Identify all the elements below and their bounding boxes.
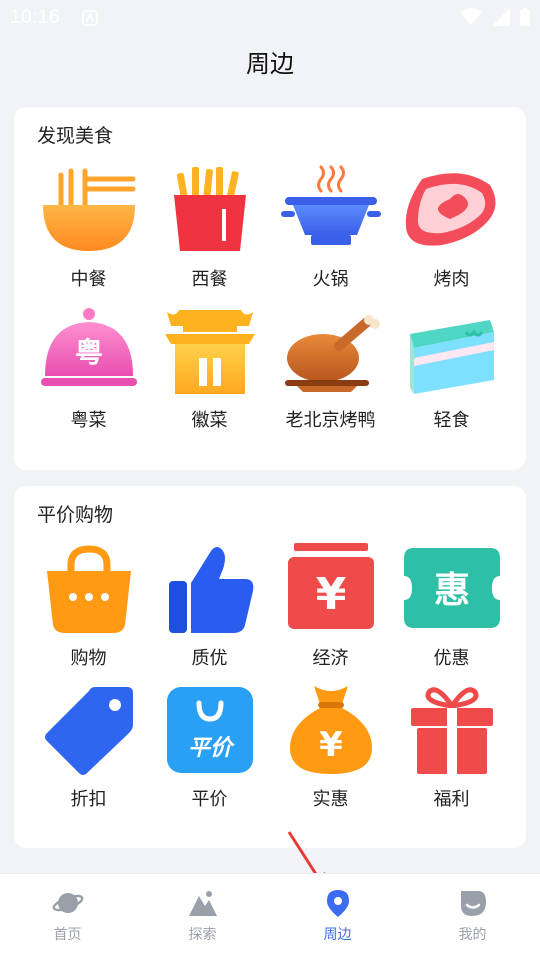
category-zhiyou[interactable]: 质优 bbox=[149, 544, 270, 685]
cloche-glyph: 粤 bbox=[74, 336, 102, 369]
planet-icon bbox=[52, 893, 83, 913]
category-label: 折扣 bbox=[70, 789, 107, 810]
fair-price-glyph: 平价 bbox=[187, 736, 234, 761]
category-xican[interactable]: 西餐 bbox=[149, 165, 270, 306]
category-label: 轻食 bbox=[433, 410, 470, 431]
category-huicai[interactable]: 徽菜 bbox=[149, 306, 270, 447]
hotpot-icon bbox=[280, 165, 381, 255]
category-label: 粤菜 bbox=[70, 410, 107, 431]
category-zhongcan[interactable]: 中餐 bbox=[28, 165, 149, 306]
category-fuli[interactable]: 福利 bbox=[391, 685, 512, 826]
category-youhui[interactable]: 惠 优惠 bbox=[391, 544, 512, 685]
tab-label: 我的 bbox=[458, 927, 487, 943]
tab-explore[interactable]: 探索 bbox=[135, 874, 270, 960]
profile-icon bbox=[460, 891, 486, 916]
page-title: 周边 bbox=[246, 50, 294, 78]
category-roast-duck[interactable]: 老北京烤鸭 bbox=[270, 306, 391, 447]
thumbs-up-icon bbox=[160, 544, 260, 634]
yuan-glyph: ¥ bbox=[315, 569, 346, 620]
status-icons bbox=[460, 8, 530, 26]
tab-label: 周边 bbox=[323, 927, 352, 943]
status-bar: 10:16 bbox=[0, 0, 540, 36]
tab-home[interactable]: 首页 bbox=[0, 874, 135, 960]
shop-section-card: 平价购物 购物 质优 ¥ 经济 惠 优惠 折扣 平价 平价 ¥ 实惠 福利 bbox=[14, 486, 526, 848]
category-label: 实惠 bbox=[312, 789, 349, 810]
food-section-card: 发现美食 中餐 西餐 火锅 烤肉 粤 粤菜 徽菜 老北京烤鸭 轻食 bbox=[14, 107, 526, 470]
pavilion-icon bbox=[160, 306, 260, 396]
category-label: 经济 bbox=[312, 648, 349, 669]
category-label: 质优 bbox=[191, 648, 228, 669]
category-qingshi[interactable]: 轻食 bbox=[391, 306, 512, 447]
category-huoguo[interactable]: 火锅 bbox=[270, 165, 391, 306]
category-label: 购物 bbox=[70, 648, 107, 669]
fair-price-bag-icon: 平价 bbox=[160, 685, 260, 775]
tab-profile[interactable]: 我的 bbox=[405, 874, 540, 960]
money-bag-icon: ¥ bbox=[281, 685, 381, 775]
signal-icon bbox=[492, 8, 510, 26]
category-kaorou[interactable]: 烤肉 bbox=[391, 165, 512, 306]
category-label: 徽菜 bbox=[191, 410, 228, 431]
shop-section-title: 平价购物 bbox=[37, 504, 114, 526]
money-bag-glyph: ¥ bbox=[319, 725, 343, 765]
category-label: 烤肉 bbox=[433, 269, 470, 290]
category-label: 平价 bbox=[191, 789, 228, 810]
category-label: 老北京烤鸭 bbox=[285, 410, 376, 431]
category-jingji[interactable]: ¥ 经济 bbox=[270, 543, 391, 685]
noodle-bowl-icon bbox=[39, 165, 139, 255]
category-label: 中餐 bbox=[70, 269, 107, 290]
battery-icon bbox=[520, 8, 530, 26]
tab-label: 首页 bbox=[53, 927, 82, 943]
wifi-icon bbox=[460, 8, 482, 25]
location-pin-icon bbox=[326, 890, 349, 917]
tab-label: 探索 bbox=[188, 927, 217, 943]
category-shihui[interactable]: ¥ 实惠 bbox=[270, 685, 391, 826]
tab-nearby[interactable]: 周边 bbox=[270, 874, 405, 960]
status-time: 10:16 bbox=[10, 7, 61, 28]
steak-icon bbox=[402, 165, 502, 255]
french-fries-icon bbox=[160, 165, 260, 255]
category-gouwu[interactable]: 购物 bbox=[28, 544, 149, 685]
category-label: 火锅 bbox=[312, 269, 349, 290]
category-zhekou[interactable]: 折扣 bbox=[28, 685, 149, 826]
food-section-title: 发现美食 bbox=[37, 125, 114, 147]
yuan-box-icon: ¥ bbox=[281, 543, 381, 634]
category-yuecai[interactable]: 粤 粤菜 bbox=[28, 306, 149, 447]
price-tag-icon bbox=[39, 685, 139, 775]
gift-box-icon bbox=[402, 685, 502, 775]
category-label: 西餐 bbox=[191, 269, 228, 290]
shopping-bag-icon bbox=[39, 544, 139, 634]
roast-duck-icon bbox=[281, 306, 381, 396]
mountain-icon bbox=[188, 891, 217, 916]
category-pingjia[interactable]: 平价 平价 bbox=[149, 685, 270, 826]
coupon-icon: 惠 bbox=[402, 544, 502, 634]
category-label: 福利 bbox=[433, 789, 470, 810]
cloche-icon: 粤 bbox=[39, 306, 139, 396]
bottom-tab-bar: 首页 探索 周边 我的 bbox=[0, 873, 540, 960]
category-label: 优惠 bbox=[433, 648, 470, 669]
shop-grid: 购物 质优 ¥ 经济 惠 优惠 折扣 平价 平价 ¥ 实惠 福利 bbox=[28, 543, 512, 826]
notification-icon bbox=[82, 10, 98, 26]
cake-slice-icon bbox=[402, 306, 502, 396]
food-grid: 中餐 西餐 火锅 烤肉 粤 粤菜 徽菜 老北京烤鸭 轻食 bbox=[28, 165, 512, 447]
coupon-glyph: 惠 bbox=[433, 570, 469, 611]
